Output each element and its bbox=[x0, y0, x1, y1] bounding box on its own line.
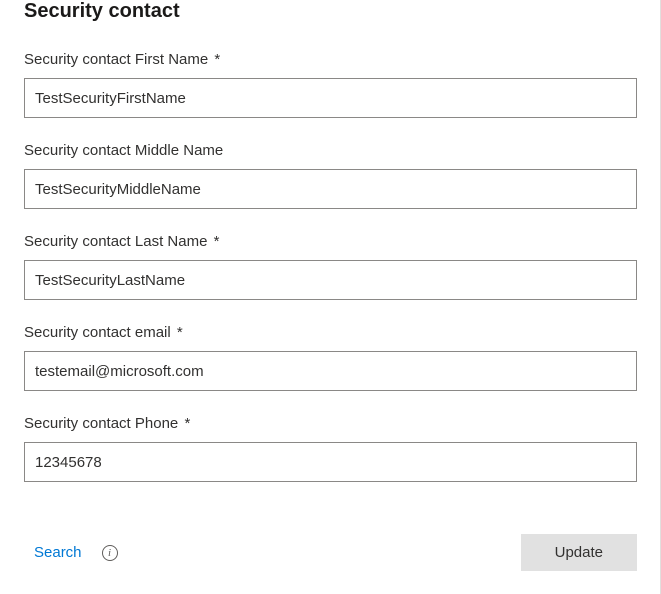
field-last-name: Security contact Last Name * bbox=[24, 233, 637, 300]
first-name-label-text: Security contact First Name bbox=[24, 51, 208, 68]
middle-name-label-text: Security contact Middle Name bbox=[24, 142, 223, 159]
search-link[interactable]: Search bbox=[34, 544, 82, 561]
phone-input[interactable] bbox=[24, 442, 637, 482]
last-name-label: Security contact Last Name * bbox=[24, 233, 637, 250]
required-indicator: * bbox=[177, 324, 183, 341]
field-phone: Security contact Phone * bbox=[24, 415, 637, 482]
phone-label-text: Security contact Phone bbox=[24, 415, 178, 432]
email-label-text: Security contact email bbox=[24, 324, 171, 341]
info-icon[interactable]: i bbox=[102, 545, 118, 561]
field-first-name: Security contact First Name * bbox=[24, 51, 637, 118]
middle-name-label: Security contact Middle Name bbox=[24, 142, 637, 159]
section-title: Security contact bbox=[24, 0, 637, 23]
required-indicator: * bbox=[214, 233, 220, 250]
email-input[interactable] bbox=[24, 351, 637, 391]
email-label: Security contact email * bbox=[24, 324, 637, 341]
required-indicator: * bbox=[214, 51, 220, 68]
last-name-label-text: Security contact Last Name bbox=[24, 233, 207, 250]
form-footer: Search i Update bbox=[24, 506, 637, 571]
last-name-input[interactable] bbox=[24, 260, 637, 300]
phone-label: Security contact Phone * bbox=[24, 415, 637, 432]
first-name-label: Security contact First Name * bbox=[24, 51, 637, 68]
middle-name-input[interactable] bbox=[24, 169, 637, 209]
field-email: Security contact email * bbox=[24, 324, 637, 391]
required-indicator: * bbox=[184, 415, 190, 432]
field-middle-name: Security contact Middle Name bbox=[24, 142, 637, 209]
footer-left: Search i bbox=[24, 544, 118, 561]
first-name-input[interactable] bbox=[24, 78, 637, 118]
update-button[interactable]: Update bbox=[521, 534, 637, 571]
